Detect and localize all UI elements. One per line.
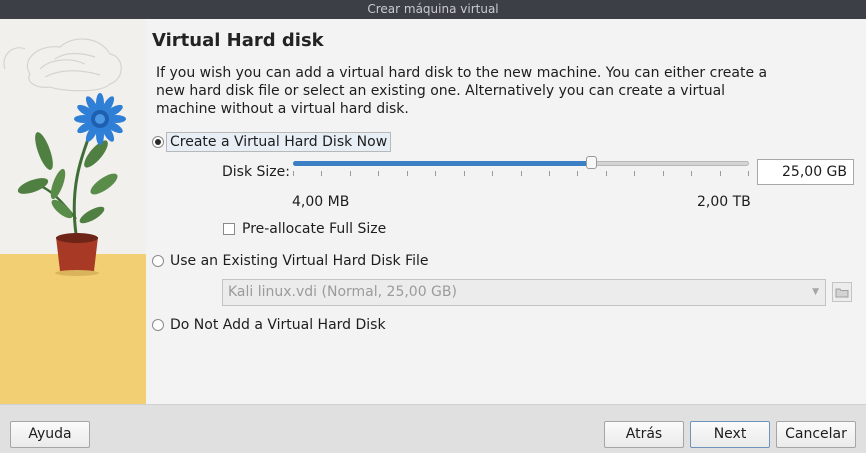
use-existing-radio[interactable] — [152, 255, 164, 267]
slider-tick — [748, 171, 749, 176]
slider-tick — [634, 171, 635, 176]
use-existing-option[interactable]: Use an Existing Virtual Hard Disk File — [152, 253, 429, 269]
slider-tick — [464, 171, 465, 176]
button-bar: Ayuda Atrás Next Cancelar — [0, 404, 866, 453]
page-title: Virtual Hard disk — [152, 30, 324, 51]
existing-disk-value: Kali linux.vdi (Normal, 25,00 GB) — [228, 284, 457, 300]
slider-tick — [321, 171, 322, 176]
cancel-button[interactable]: Cancelar — [776, 421, 856, 448]
slider-tick — [549, 171, 550, 176]
slider-tick — [691, 171, 692, 176]
page-description: If you wish you can add a virtual hard d… — [156, 65, 768, 117]
slider-fill — [293, 161, 592, 166]
choose-disk-file-button[interactable] — [832, 282, 852, 302]
disk-size-min-label: 4,00 MB — [292, 194, 350, 210]
no-disk-radio[interactable] — [152, 319, 164, 331]
slider-tick — [720, 171, 721, 176]
use-existing-label[interactable]: Use an Existing Virtual Hard Disk File — [170, 253, 429, 269]
help-button[interactable]: Ayuda — [10, 421, 90, 448]
disk-size-label: Disk Size: — [222, 164, 290, 180]
slider-tick — [663, 171, 664, 176]
flower-pot-illustration — [0, 19, 146, 404]
chevron-down-icon: ▼ — [812, 287, 819, 297]
no-disk-option[interactable]: Do Not Add a Virtual Hard Disk — [152, 317, 386, 333]
disk-size-input[interactable]: 25,00 GB — [757, 159, 854, 185]
slider-tick — [435, 171, 436, 176]
preallocate-option[interactable]: Pre-allocate Full Size — [223, 221, 386, 237]
slider-tick — [577, 171, 578, 176]
create-disk-radio[interactable] — [152, 136, 164, 148]
next-button[interactable]: Next — [690, 421, 770, 448]
create-disk-option[interactable]: Create a Virtual Hard Disk Now — [152, 132, 392, 152]
no-disk-label[interactable]: Do Not Add a Virtual Hard Disk — [170, 317, 386, 333]
slider-handle[interactable] — [585, 156, 597, 169]
back-button[interactable]: Atrás — [604, 421, 684, 448]
window-titlebar: Crear máquina virtual — [0, 0, 866, 19]
wizard-illustration — [0, 19, 146, 404]
slider-tick — [521, 171, 522, 176]
preallocate-label[interactable]: Pre-allocate Full Size — [242, 221, 386, 237]
preallocate-checkbox[interactable] — [223, 223, 235, 235]
window-title: Crear máquina virtual — [367, 2, 499, 16]
slider-tick — [293, 171, 294, 176]
slider-ticks — [293, 171, 749, 179]
folder-icon — [835, 288, 849, 298]
wizard-content: Virtual Hard disk If you wish you can ad… — [146, 19, 866, 404]
slider-tick — [350, 171, 351, 176]
slider-tick — [378, 171, 379, 176]
slider-tick — [606, 171, 607, 176]
slider-tick — [407, 171, 408, 176]
create-disk-label[interactable]: Create a Virtual Hard Disk Now — [166, 132, 392, 152]
slider-tick — [492, 171, 493, 176]
disk-size-max-label: 2,00 TB — [697, 194, 751, 210]
existing-disk-select[interactable]: Kali linux.vdi (Normal, 25,00 GB) ▼ — [222, 279, 826, 306]
